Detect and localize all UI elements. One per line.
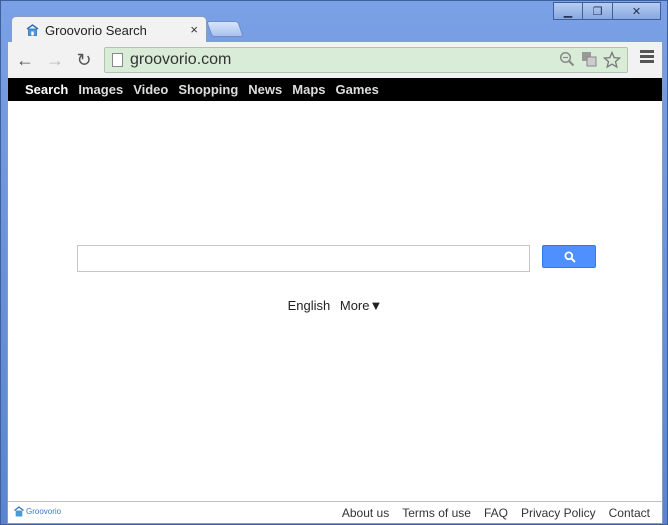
nav-item-images[interactable]: Images [78, 82, 123, 97]
tab-close-icon[interactable]: × [190, 22, 198, 37]
new-tab-button[interactable] [206, 21, 244, 37]
translate-icon[interactable] [581, 51, 597, 67]
house-icon [26, 24, 39, 36]
nav-item-news[interactable]: News [248, 82, 282, 97]
search-button[interactable] [542, 245, 596, 268]
language-more-dropdown[interactable]: More▼ [340, 298, 383, 313]
back-arrow-icon[interactable]: ← [15, 50, 35, 70]
menu-icon[interactable] [640, 50, 654, 65]
browser-tab[interactable]: Groovorio Search × [11, 16, 207, 43]
forward-arrow-icon[interactable]: → [45, 50, 65, 70]
language-english-link[interactable]: English [288, 298, 331, 313]
nav-item-video[interactable]: Video [133, 82, 168, 97]
close-window-button[interactable]: ✕ [613, 2, 661, 20]
nav-item-search[interactable]: Search [25, 82, 68, 97]
page-icon [112, 53, 123, 67]
footer: Groovorio About us Terms of use FAQ Priv… [8, 501, 662, 523]
browser-window: ▁ ❐ ✕ Groovorio Search × ← → ↻ groovorio… [0, 0, 668, 525]
window-controls: ▁ ❐ ✕ [553, 2, 661, 20]
minimize-button[interactable]: ▁ [553, 2, 583, 20]
zoom-icon[interactable] [559, 51, 575, 67]
nav-item-maps[interactable]: Maps [292, 82, 325, 97]
omnibox-icons [559, 51, 621, 69]
footer-logo-text: Groovorio [26, 507, 62, 516]
nav-item-shopping[interactable]: Shopping [178, 82, 238, 97]
footer-link-about[interactable]: About us [342, 506, 389, 520]
maximize-button[interactable]: ❐ [583, 2, 613, 20]
footer-link-terms[interactable]: Terms of use [402, 506, 471, 520]
language-row: English More▼ [8, 298, 662, 313]
nav-item-games[interactable]: Games [336, 82, 379, 97]
reload-icon[interactable]: ↻ [74, 50, 94, 70]
footer-links: About us Terms of use FAQ Privacy Policy… [342, 506, 650, 520]
footer-logo[interactable]: Groovorio [14, 506, 61, 517]
address-bar[interactable]: groovorio.com [104, 47, 628, 73]
footer-link-faq[interactable]: FAQ [484, 506, 508, 520]
top-navigation: Search Images Video Shopping News Maps G… [8, 78, 662, 101]
bookmark-star-icon[interactable] [603, 51, 621, 69]
tab-title: Groovorio Search [45, 23, 147, 38]
footer-link-privacy[interactable]: Privacy Policy [521, 506, 596, 520]
browser-toolbar: ← → ↻ groovorio.com [7, 42, 663, 78]
search-icon [564, 251, 576, 263]
url-text: groovorio.com [130, 51, 232, 68]
footer-link-contact[interactable]: Contact [609, 506, 650, 520]
house-logo-icon [14, 506, 24, 517]
page-content: Search Images Video Shopping News Maps G… [7, 78, 663, 524]
search-input[interactable] [77, 245, 530, 272]
